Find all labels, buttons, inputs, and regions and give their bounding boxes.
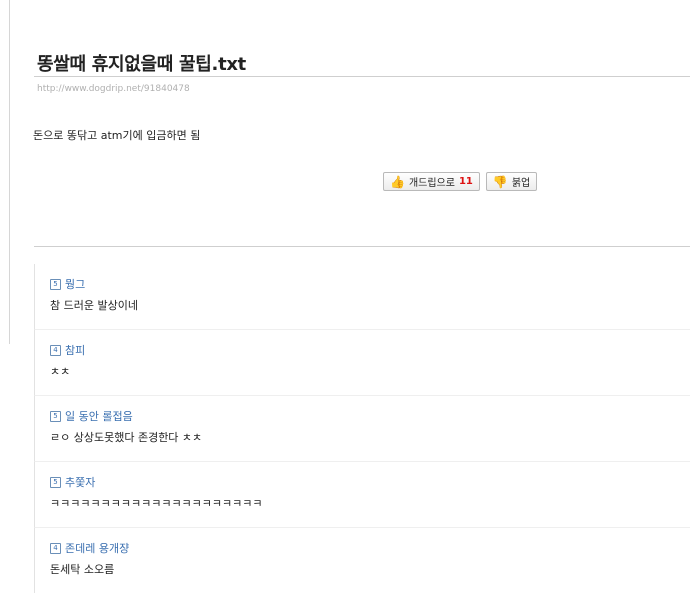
comment-text: 돈세탁 소오름 <box>50 563 115 576</box>
comment-author[interactable]: 참피 <box>65 342 85 358</box>
comment-text: ㄹㅇ 상상도못했다 존경한다 ㅊㅊ <box>50 431 203 444</box>
thumbs-up-icon: 👍 <box>390 174 405 189</box>
comment-author[interactable]: 일 동안 롤접음 <box>65 408 133 424</box>
downvote-label: 붉업 <box>511 178 531 189</box>
upvote-label: 개드립으로 <box>408 178 455 189</box>
comment-item: 5 뭥그 참 드러운 발상이네 <box>34 264 690 330</box>
user-level-icon: 4 <box>50 542 61 554</box>
comment-text: ㅋㅋㅋㅋㅋㅋㅋㅋㅋㅋㅋㅋㅋㅋㅋㅋㅋㅋㅋㅋㅋ <box>50 497 263 510</box>
comments-divider <box>34 246 690 247</box>
comment-author[interactable]: 존데레 용개쟝 <box>65 540 129 556</box>
title-divider <box>34 76 690 77</box>
post-permalink[interactable]: http://www.dogdrip.net/91840478 <box>37 84 190 94</box>
user-level-icon: 4 <box>50 344 61 356</box>
comment-text: ㅊㅊ <box>50 365 71 378</box>
comment-header: 5 일 동안 롤접음 <box>50 408 133 424</box>
comment-item: 5 일 동안 롤접음 ㄹㅇ 상상도못했다 존경한다 ㅊㅊ <box>34 396 690 462</box>
comment-author[interactable]: 추쫓자 <box>65 474 95 490</box>
comment-header: 4 존데레 용개쟝 <box>50 540 129 556</box>
comment-item: 4 참피 ㅊㅊ <box>34 330 690 396</box>
comment-item: 5 추쫓자 ㅋㅋㅋㅋㅋㅋㅋㅋㅋㅋㅋㅋㅋㅋㅋㅋㅋㅋㅋㅋㅋ <box>34 462 690 528</box>
comment-text: 참 드러운 발상이네 <box>50 299 138 312</box>
comment-item: 4 존데레 용개쟝 돈세탁 소오름 <box>34 528 690 593</box>
downvote-button[interactable]: 👎 붉업 <box>485 172 538 191</box>
thumbs-down-icon: 👎 <box>492 174 508 189</box>
comment-header: 4 참피 <box>50 342 85 358</box>
post-title: 똥쌀때 휴지없을때 꿀팁.txt <box>37 54 246 75</box>
user-level-icon: 5 <box>50 410 61 422</box>
comment-list: 5 뭥그 참 드러운 발상이네 4 참피 ㅊㅊ 5 일 동안 롤접음 ㄹㅇ 상상… <box>34 264 690 593</box>
vote-bar: 👍 개드립으로 11 👎 붉업 <box>383 172 538 191</box>
post-body: 돈으로 똥닦고 atm기에 입금하면 됨 <box>33 129 201 142</box>
left-sidebar-edge <box>0 0 10 344</box>
user-level-icon: 5 <box>50 476 61 488</box>
upvote-button[interactable]: 👍 개드립으로 11 <box>383 172 480 191</box>
comment-header: 5 뭥그 <box>50 276 85 292</box>
user-level-icon: 5 <box>50 278 61 290</box>
comment-header: 5 추쫓자 <box>50 474 95 490</box>
comment-author[interactable]: 뭥그 <box>65 276 85 292</box>
upvote-count: 11 <box>458 176 473 187</box>
